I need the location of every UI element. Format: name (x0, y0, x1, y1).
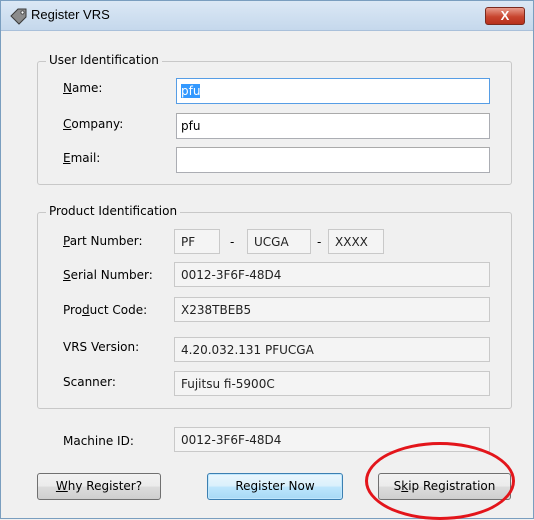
part-number-field-1: PF (174, 229, 220, 254)
serial-number-field: 0012-3F6F-48D4 (174, 262, 490, 287)
machine-id-label: Machine ID: (63, 434, 134, 448)
machine-id-field: 0012-3F6F-48D4 (174, 427, 490, 452)
company-field[interactable]: pfu (176, 113, 490, 139)
scanner-label: Scanner: (63, 375, 116, 389)
title-bar[interactable]: Register VRS X (1, 1, 533, 31)
scanner-field: Fujitsu fi-5900C (174, 371, 490, 396)
skip-registration-button[interactable]: Skip Registration (378, 473, 511, 500)
part-number-field-2: UCGA (247, 229, 311, 254)
name-label: Name: (63, 81, 103, 95)
window-title: Register VRS (31, 7, 110, 22)
part-number-separator-1: - (230, 235, 235, 249)
company-value: pfu (181, 119, 201, 133)
serial-number-label: Serial Number: (63, 268, 153, 282)
vrs-version-label: VRS Version: (63, 340, 140, 354)
tag-icon (10, 8, 27, 25)
register-vrs-window: Register VRS X User Identification Name:… (0, 0, 534, 520)
user-identification-legend: User Identification (46, 53, 162, 67)
email-label: Email: (63, 151, 101, 165)
email-field[interactable] (176, 147, 490, 173)
close-button[interactable]: X (485, 7, 525, 25)
part-number-separator-2: - (317, 235, 322, 249)
product-code-field: X238TBEB5 (174, 297, 490, 322)
company-label: Company: (63, 117, 124, 131)
product-code-label: Product Code: (63, 303, 148, 317)
close-icon: X (500, 8, 510, 23)
name-field[interactable]: pfu (176, 78, 490, 104)
part-number-label: Part Number: (63, 234, 143, 248)
vrs-version-field: 4.20.032.131 PFUCGA (174, 337, 490, 362)
why-register-button[interactable]: Why Register? (37, 473, 161, 500)
register-now-button[interactable]: Register Now (207, 473, 343, 500)
name-value: pfu (181, 84, 201, 98)
part-number-field-3: XXXX (328, 229, 384, 254)
product-identification-legend: Product Identification (46, 204, 181, 218)
